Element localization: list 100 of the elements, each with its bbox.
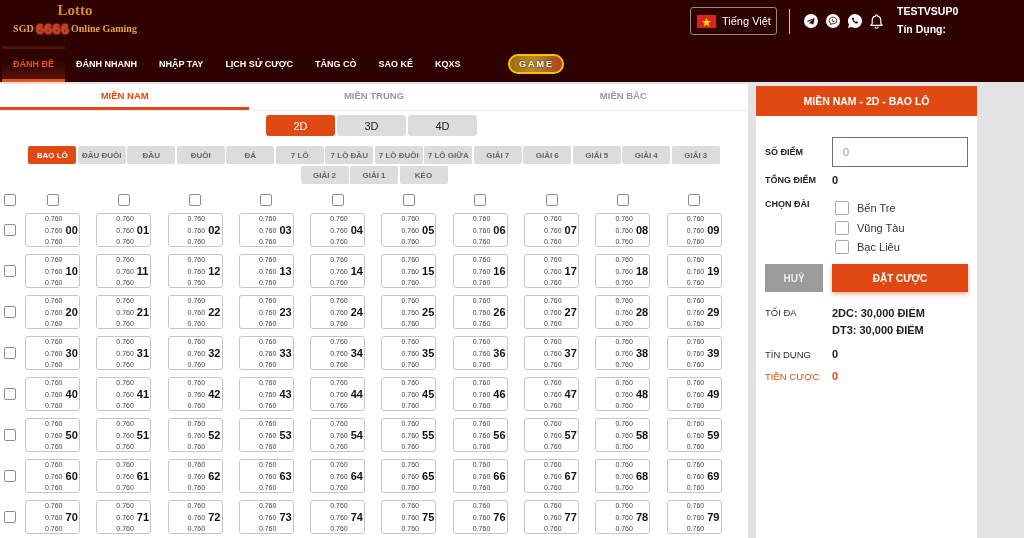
bet-type-button[interactable]: BAO LÔ	[28, 146, 77, 164]
column-checkbox[interactable]	[403, 194, 415, 206]
number-label: 29	[707, 306, 720, 318]
column-checkbox[interactable]	[616, 194, 629, 206]
row-checkbox[interactable]	[4, 224, 16, 236]
number-label: 12	[208, 265, 221, 277]
column-checkbox[interactable]	[545, 194, 558, 206]
number-label: 63	[279, 470, 292, 482]
station-label: Bến Tre	[857, 202, 896, 214]
bet-type-button[interactable]: ĐẦU ĐUÔI	[77, 146, 126, 164]
row-checkbox[interactable]	[4, 347, 16, 359]
bet-type-button[interactable]: GIẢI 4	[622, 146, 671, 164]
bet-type-button[interactable]: ĐÁ	[226, 146, 275, 164]
number-label: 51	[136, 429, 150, 441]
number-label: 24	[350, 306, 363, 318]
number-label: 19	[707, 265, 720, 277]
number-label: 41	[136, 388, 150, 400]
number-label: 14	[350, 265, 363, 277]
column-checkbox[interactable]	[688, 194, 701, 206]
column-checkbox[interactable]	[189, 194, 202, 206]
row-checkbox[interactable]	[4, 265, 16, 277]
number-label: 07	[564, 224, 577, 236]
number-label: 16	[493, 265, 506, 277]
bet-type-button[interactable]: ĐUÔI	[176, 146, 225, 164]
bet-type-button[interactable]: 7 LÔ	[275, 146, 324, 164]
points-input[interactable]: 0	[832, 137, 968, 167]
nav-tab[interactable]: SAO KÊ	[367, 46, 424, 82]
column-checkbox[interactable]	[331, 194, 344, 206]
number-label: 23	[279, 306, 292, 318]
number-label: 43	[279, 388, 292, 400]
row-checkbox[interactable]	[4, 388, 16, 400]
number-label: 42	[208, 388, 221, 400]
bet-type-button[interactable]: GIẢI 6	[523, 146, 572, 164]
number-label: 36	[493, 347, 506, 359]
digit-tab[interactable]: 4D	[408, 115, 477, 136]
nav-tab[interactable]: NHẬP TAY	[148, 46, 215, 82]
row-checkbox[interactable]	[4, 306, 16, 318]
number-label: 54	[350, 429, 363, 441]
number-label: 71	[136, 511, 150, 523]
nav-tab[interactable]: ĐÁNH ĐỀ	[2, 46, 65, 82]
paper-plane-icon[interactable]	[804, 14, 818, 28]
bet-type-button[interactable]: KÉO	[399, 166, 448, 184]
number-label: 64	[350, 470, 363, 482]
number-label: 52	[208, 429, 221, 441]
number-label: 55	[422, 429, 435, 441]
number-label: 03	[279, 224, 292, 236]
bet-type-button[interactable]: GIẢI 5	[572, 146, 621, 164]
number-label: 01	[136, 224, 150, 236]
number-label: 28	[635, 306, 649, 318]
row-checkbox[interactable]	[4, 429, 16, 441]
column-checkbox[interactable]	[474, 194, 487, 206]
bet-type-button[interactable]: 7 LÔ ĐUÔI	[374, 146, 423, 164]
game-button[interactable]: GAME	[507, 54, 564, 74]
nav-tab[interactable]: LỊCH SỬ CƯỢC	[214, 46, 304, 82]
flag-icon	[697, 14, 716, 28]
column-checkbox[interactable]	[117, 194, 130, 206]
row-checkbox[interactable]	[4, 470, 16, 482]
number-label: 73	[279, 511, 292, 523]
select-all-checkbox[interactable]	[4, 194, 16, 206]
language-button[interactable]: Tiếng Việt	[690, 7, 777, 35]
bet-type-button[interactable]: GIẢI 1	[350, 166, 398, 184]
station-checkbox[interactable]	[835, 240, 849, 254]
bet-type-button[interactable]: GIẢI 3	[671, 146, 720, 164]
number-label: 61	[136, 470, 150, 482]
number-label: 45	[422, 388, 435, 400]
station-checkbox[interactable]	[835, 201, 849, 215]
bet-type-button[interactable]: 7 LÔ GIỮA	[424, 146, 473, 164]
column-checkbox[interactable]	[260, 194, 273, 206]
number-label: 77	[564, 511, 577, 523]
bet-type-button[interactable]: GIẢI 7	[473, 146, 522, 164]
chat-phone-icon[interactable]	[848, 14, 862, 28]
panel-title: MIỀN NAM - 2D - BAO LÔ	[756, 86, 977, 116]
phone-circle-icon[interactable]	[826, 14, 840, 28]
nav-tab[interactable]: TĂNG CÒ	[304, 46, 368, 82]
username: TESTVSUP0	[897, 5, 959, 17]
number-label: 49	[707, 388, 720, 400]
row-checkbox[interactable]	[4, 511, 16, 523]
number-label: 76	[493, 511, 506, 523]
region-tab[interactable]: MIỀN NAM	[0, 84, 250, 110]
number-label: 22	[208, 306, 221, 318]
place-bet-button[interactable]: ĐẶT CƯỢC	[832, 264, 968, 292]
nav-tab[interactable]: KQXS	[424, 46, 472, 82]
number-label: 09	[707, 224, 720, 236]
nav-tab[interactable]: ĐÁNH NHANH	[65, 46, 148, 82]
number-label: 10	[65, 265, 78, 277]
bet-type-button[interactable]: GIẢI 2	[300, 166, 349, 184]
bet-type-button[interactable]: 7 LÔ ĐẦU	[325, 146, 374, 164]
bet-type-button[interactable]: ĐẦU	[127, 146, 176, 164]
digit-tab[interactable]: 2D	[266, 115, 335, 136]
limit-value: DT3: 30,000 ĐIỂM	[832, 324, 925, 336]
bell-icon[interactable]	[870, 13, 883, 29]
number-label: 11	[136, 265, 149, 277]
number-label: 35	[422, 347, 435, 359]
station-checkbox[interactable]	[835, 220, 849, 235]
digit-tab[interactable]: 3D	[337, 115, 406, 136]
number-label: 17	[564, 265, 577, 277]
number-label: 21	[136, 306, 150, 318]
number-label: 65	[422, 470, 435, 482]
column-checkbox[interactable]	[46, 194, 59, 206]
number-label: 26	[493, 306, 506, 318]
